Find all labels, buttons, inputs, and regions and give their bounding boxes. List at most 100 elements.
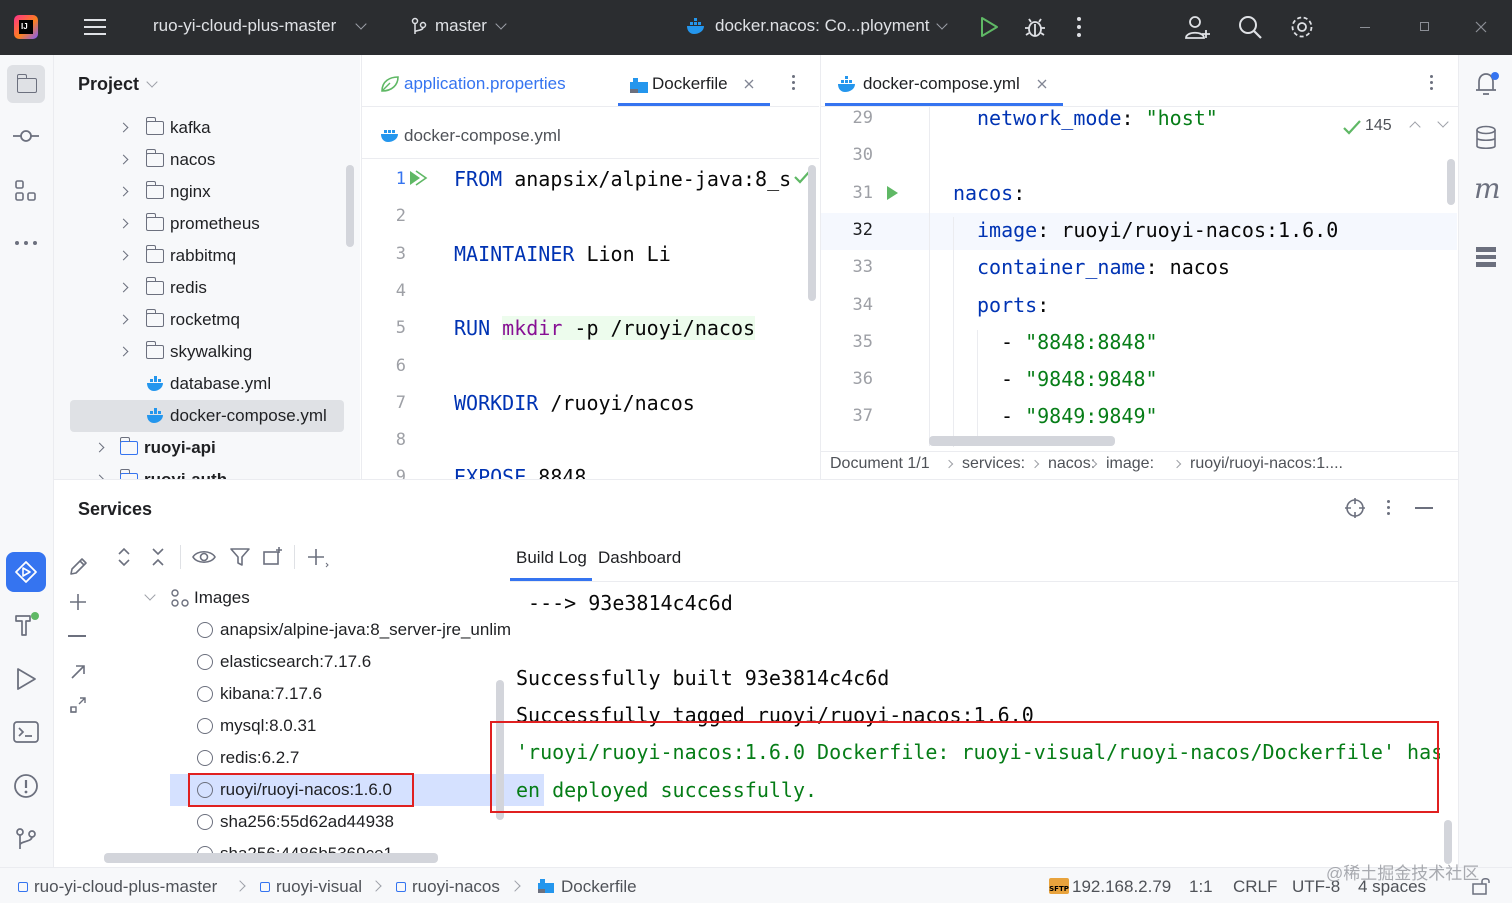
problems-icon[interactable] [13,773,39,799]
tab-build-log[interactable]: Build Log [516,548,587,568]
settings-gear-icon[interactable] [1289,14,1315,40]
chevron-right-icon[interactable] [118,346,129,357]
tree-item-ruoyi-api[interactable]: ruoyi-api [54,432,360,464]
chevron-down-icon[interactable] [144,589,156,601]
tree-item-redis[interactable]: redis [54,272,360,304]
add-user-icon[interactable] [1184,14,1212,40]
project-panel-title[interactable]: Project [78,74,139,95]
branch-name[interactable]: master [435,16,487,36]
tree-scrollbar[interactable] [346,165,354,247]
close-tab-icon[interactable] [1037,79,1047,89]
app-logo[interactable]: IJ [14,15,38,39]
tree-item-ruoyi-auth[interactable]: ruoyi-auth [54,464,360,479]
chevron-right-icon[interactable] [118,186,129,197]
build-icon[interactable] [13,611,41,639]
tree-item-docker-compose-yml[interactable]: docker-compose.yml [54,400,360,432]
edit-pencil-icon[interactable] [68,557,88,577]
tab-dashboard[interactable]: Dashboard [598,548,681,568]
more-actions-icon[interactable] [1077,17,1081,37]
project-tool-button[interactable] [7,65,45,103]
chevron-right-icon[interactable] [94,442,105,453]
database-icon[interactable] [1475,125,1497,151]
chevron-right-icon[interactable] [118,314,129,325]
cursor-position[interactable]: 1:1 [1189,877,1213,897]
tab-dockerfile[interactable]: Dockerfile [618,55,770,107]
chevron-up-icon[interactable] [1409,121,1421,133]
tree-item-skywalking[interactable]: skywalking [54,336,360,368]
images-node-label[interactable]: Images [194,588,250,608]
minimize-icon[interactable] [1360,27,1370,28]
tab-more-icon[interactable] [1430,75,1434,91]
eye-icon[interactable] [192,548,216,566]
structure-icon[interactable] [15,180,37,202]
terminal-icon[interactable] [13,721,39,743]
expand-diagonal-icon[interactable] [69,696,87,714]
services-tool-button[interactable] [6,552,46,592]
maven-icon[interactable]: m [1474,172,1501,205]
run-gutter-icon[interactable] [885,185,899,201]
tree-item-rocketmq[interactable]: rocketmq [54,304,360,336]
run-icon[interactable] [979,16,999,38]
more-tools-icon[interactable] [15,241,39,245]
editor-scrollbar[interactable] [1447,159,1455,205]
editor-tab-row-2[interactable]: docker-compose.yml [378,117,678,153]
log-v-scrollbar[interactable] [1444,820,1452,864]
search-icon[interactable] [1237,14,1263,40]
image-item[interactable]: sha256:55d62ad44938 [104,806,544,838]
project-name[interactable]: ruo-yi-cloud-plus-master [153,16,336,36]
git-icon[interactable] [14,827,38,851]
tree-item-kafka[interactable]: kafka [54,112,360,144]
chevron-right-icon[interactable] [118,282,129,293]
run-config-name[interactable]: docker.nacos: Co...ployment [715,16,930,36]
remote-host[interactable]: 192.168.2.79 [1072,877,1171,897]
image-item[interactable]: mysql:8.0.31 [104,710,544,742]
collapse-all-icon[interactable] [150,547,166,567]
run-tool-icon[interactable] [15,667,37,691]
h-scrollbar[interactable] [104,853,438,863]
yaml-breadcrumb-item[interactable]: services: [962,455,1025,473]
tab-docker-compose[interactable]: docker-compose.yml [825,55,1063,107]
inspection-widget[interactable]: 145 [1341,115,1453,139]
editor-scrollbar[interactable] [808,165,816,301]
tree-item-nginx[interactable]: nginx [54,176,360,208]
structure-list-icon[interactable] [1475,245,1497,269]
image-item[interactable]: elasticsearch:7.17.6 [104,646,544,678]
notifications-bell-icon[interactable] [1473,70,1501,98]
debug-icon[interactable] [1023,15,1047,39]
tree-item-nacos[interactable]: nacos [54,144,360,176]
chevron-right-icon[interactable] [118,250,129,261]
hide-panel-icon[interactable] [1415,507,1433,509]
lock-icon[interactable] [1471,877,1491,895]
remove-icon[interactable] [68,635,86,637]
tree-item-database-yml[interactable]: database.yml [54,368,360,400]
add-service-icon[interactable] [306,547,330,569]
line-separator[interactable]: CRLF [1233,877,1277,897]
tab-application-properties[interactable]: application.properties [378,55,588,107]
tab-more-icon[interactable] [792,75,796,91]
close-tab-icon[interactable] [744,79,754,89]
yaml-breadcrumb-item[interactable]: image: [1106,455,1154,473]
breadcrumb-module[interactable]: ruoyi-visual [276,877,362,897]
chevron-right-icon[interactable] [118,154,129,165]
chevron-down-icon[interactable] [146,76,158,88]
services-more-icon[interactable] [1387,500,1391,516]
expand-collapse-icon[interactable] [116,547,132,567]
image-item[interactable]: ruoyi/ruoyi-nacos:1.6.0 [104,773,544,807]
commit-icon[interactable] [12,127,40,145]
new-tab-icon[interactable] [262,546,284,566]
yaml-breadcrumb-item[interactable]: ruoyi/ruoyi-nacos:1.... [1190,455,1343,473]
yaml-breadcrumb-item[interactable]: Document 1/1 [830,455,930,473]
crosshair-icon[interactable] [1344,497,1366,519]
close-window-icon[interactable] [1475,21,1487,33]
filter-icon[interactable] [229,547,251,567]
run-gutter-icon[interactable] [408,170,428,186]
tree-item-prometheus[interactable]: prometheus [54,208,360,240]
tree-item-rabbitmq[interactable]: rabbitmq [54,240,360,272]
open-external-icon[interactable] [69,663,87,681]
breadcrumb-project[interactable]: ruo-yi-cloud-plus-master [34,877,217,897]
chevron-right-icon[interactable] [118,122,129,133]
add-icon[interactable] [68,592,88,612]
image-item[interactable]: redis:6.2.7 [104,742,544,774]
breadcrumb-file[interactable]: Dockerfile [561,877,637,897]
main-menu-icon[interactable] [84,17,106,37]
